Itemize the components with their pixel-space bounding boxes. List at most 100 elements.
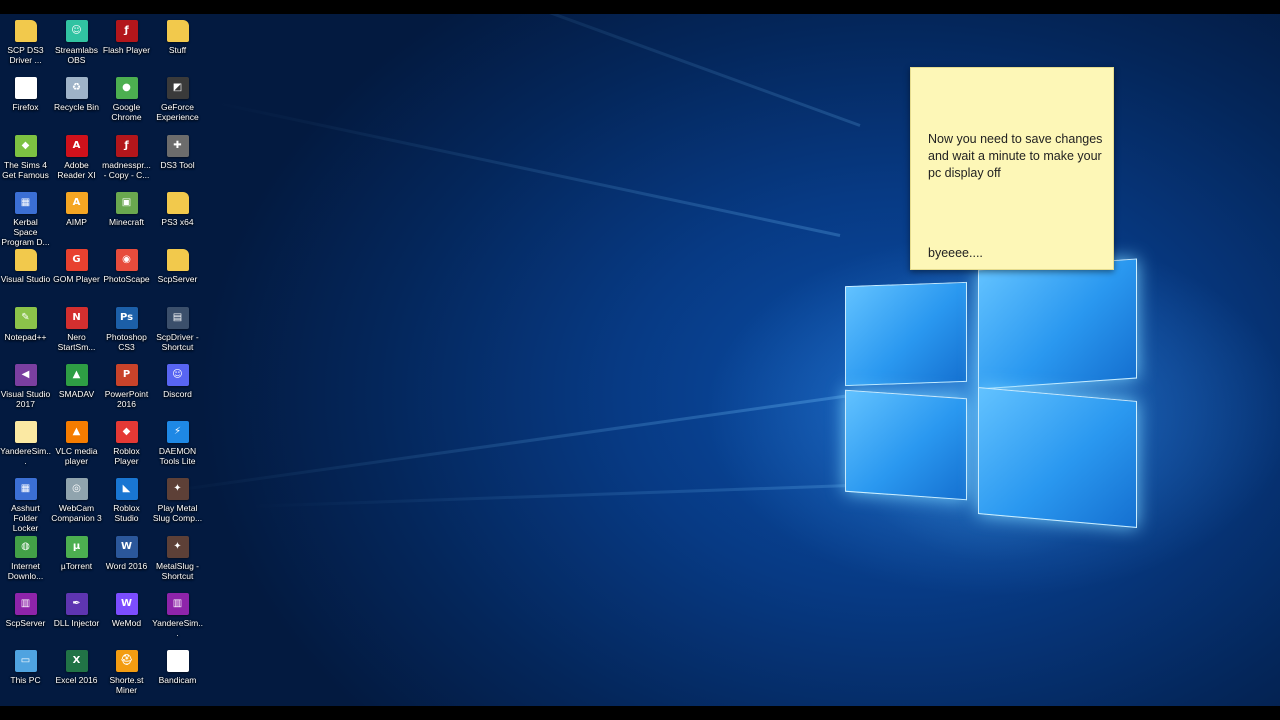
desktop-icon-sims[interactable]: ◆ The Sims 4 Get Famous bbox=[0, 129, 51, 180]
chrome-icon: ● bbox=[115, 77, 138, 100]
desktop-icon-powerpoint[interactable]: P PowerPoint 2016 bbox=[101, 358, 152, 409]
desktop-icon-label: Excel 2016 bbox=[55, 675, 98, 686]
desktop-icon-folder[interactable]: PS3 x64 bbox=[152, 186, 203, 227]
desktop-icon-winrar[interactable]: ▥ YandereSim... bbox=[152, 587, 203, 638]
desktop-icon-recycle-bin[interactable]: ♻ Recycle Bin bbox=[51, 71, 102, 112]
notepad-plus-icon: ✎ bbox=[14, 306, 37, 329]
document-icon bbox=[166, 650, 189, 673]
desktop-icon-label: Stuff bbox=[168, 45, 187, 55]
desktop-icon-geforce[interactable]: ◩ GeForce Experience bbox=[152, 71, 203, 122]
this-pc-icon: ▭ bbox=[14, 650, 37, 673]
aimp-icon: A bbox=[65, 191, 88, 214]
desktop-icon-minecraft[interactable]: ▣ Minecraft bbox=[101, 186, 152, 227]
desktop-icon-label: Minecraft bbox=[109, 216, 144, 227]
app-shortcut-icon: ▦ bbox=[14, 478, 37, 501]
folder-icon bbox=[166, 191, 189, 214]
flash-player-icon: ƒ bbox=[115, 20, 138, 42]
webcam-icon: ◎ bbox=[65, 478, 88, 501]
desktop-icon-label: SMADAV bbox=[58, 388, 95, 399]
desktop-icon-folder[interactable]: SCP DS3 Driver ... bbox=[0, 14, 51, 65]
desktop-icon-label: madnesspr... - Copy - C... bbox=[102, 159, 151, 180]
desktop-icon-vlc[interactable]: ▲ VLC media player bbox=[51, 415, 102, 466]
desktop-icon-label: Nero StartSm... bbox=[57, 331, 96, 352]
sticky-note-message[interactable]: Now you need to save changes and wait a … bbox=[928, 131, 1103, 182]
folder-icon bbox=[166, 249, 189, 272]
desktop-icon-aimp[interactable]: A AIMP bbox=[51, 186, 102, 227]
desktop-icon-gom-player[interactable]: G GOM Player bbox=[51, 243, 102, 284]
desktop-icon-label: WebCam Companion 3 bbox=[51, 503, 102, 524]
desktop-icon-adobe-reader[interactable]: A Adobe Reader XI bbox=[51, 129, 102, 180]
desktop-icon-dll-injector[interactable]: ✒ DLL Injector bbox=[51, 587, 102, 628]
desktop-icon-visual-studio[interactable]: ◀ Visual Studio 2017 bbox=[0, 358, 51, 409]
desktop-icon-document[interactable]: YandereSim... bbox=[0, 415, 51, 466]
desktop-icon-flash-player[interactable]: ƒ madnesspr... - Copy - C... bbox=[101, 129, 152, 180]
desktop-icon-label: MetalSlug - Shortcut bbox=[156, 560, 199, 581]
desktop-icon-app-shortcut[interactable]: ▦ Asshurt Folder Locker bbox=[0, 472, 51, 533]
desktop-icon-label: VLC media player bbox=[55, 446, 98, 467]
desktop-icon-folder[interactable]: Visual Studio bbox=[0, 243, 51, 284]
desktop-icon-webcam[interactable]: ◎ WebCam Companion 3 bbox=[51, 472, 102, 523]
desktop-icon-discord[interactable]: ☺ Discord bbox=[152, 358, 203, 399]
desktop-icon-app-shortcut[interactable]: ▤ ScpDriver - Shortcut bbox=[152, 301, 203, 352]
light-ray bbox=[250, 484, 851, 508]
sticky-note[interactable]: Now you need to save changes and wait a … bbox=[910, 67, 1114, 270]
windows-logo-pane-bottom-right bbox=[978, 387, 1137, 528]
desktop-icon-label: WeMod bbox=[111, 618, 142, 628]
desktop-icon-smadav[interactable]: ▲ SMADAV bbox=[51, 358, 102, 399]
desktop-icon-streamlabs[interactable]: ☺ Streamlabs OBS bbox=[51, 14, 102, 65]
desktop-icon-photoscape[interactable]: ◉ PhotoScape bbox=[101, 243, 152, 284]
desktop-icon-document[interactable]: Bandicam bbox=[152, 644, 203, 685]
desktop-icon-daemon-tools[interactable]: ⚡ DAEMON Tools Lite bbox=[152, 415, 203, 466]
visual-studio-icon: ◀ bbox=[14, 363, 37, 386]
roblox-icon: ◆ bbox=[115, 421, 138, 444]
desktop-icon-folder[interactable]: Stuff bbox=[152, 14, 203, 55]
flash-player-icon: ƒ bbox=[115, 134, 138, 157]
desktop-icon-this-pc[interactable]: ▭ This PC bbox=[0, 644, 51, 685]
folder-icon bbox=[166, 20, 189, 42]
desktop-icon-label: PhotoScape bbox=[103, 274, 150, 285]
light-ray bbox=[156, 394, 851, 495]
desktop[interactable]: SCP DS3 Driver ... ☺ Streamlabs OBS ƒ Flash … bbox=[0, 14, 1280, 706]
desktop-icon-miner[interactable]: ⛑ Shorte.st Miner bbox=[101, 644, 152, 695]
desktop-icon-label: Discord bbox=[163, 388, 192, 399]
desktop-icon-folder[interactable]: ScpServer bbox=[152, 243, 203, 284]
desktop-icon-label: SCP DS3 Driver ... bbox=[7, 45, 44, 65]
desktop-icon-photoshop[interactable]: Ps Photoshop CS3 bbox=[101, 301, 152, 352]
desktop-icon-label: The Sims 4 Get Famous bbox=[2, 159, 49, 180]
metal-slug-icon: ✦ bbox=[166, 478, 189, 501]
desktop-icon-notepad-plus[interactable]: ✎ Notepad++ bbox=[0, 301, 51, 342]
desktop-icon-app-shortcut[interactable]: ▦ Kerbal Space Program D... bbox=[0, 186, 51, 247]
adobe-reader-icon: A bbox=[65, 134, 88, 157]
desktop-icon-flash-player[interactable]: ƒ Flash Player bbox=[101, 14, 152, 55]
desktop-icon-utorrent[interactable]: µ µTorrent bbox=[51, 530, 102, 571]
desktop-icon-metal-slug[interactable]: ✦ Play Metal Slug Comp... bbox=[152, 472, 203, 523]
gamepad-icon: ✚ bbox=[166, 134, 189, 157]
desktop-icon-label: Play Metal Slug Comp... bbox=[152, 503, 203, 524]
desktop-icon-roblox-studio[interactable]: ◣ Roblox Studio bbox=[101, 472, 152, 523]
desktop-icon-roblox[interactable]: ◆ Roblox Player bbox=[101, 415, 152, 466]
desktop-icon-document[interactable]: Firefox bbox=[0, 71, 51, 112]
winrar-icon: ▥ bbox=[166, 593, 189, 615]
desktop-icon-nero[interactable]: N Nero StartSm... bbox=[51, 301, 102, 352]
desktop-icon-label: This PC bbox=[10, 675, 41, 686]
desktop-icon-word[interactable]: W Word 2016 bbox=[101, 530, 152, 571]
desktop-icon-metal-slug[interactable]: ✦ MetalSlug - Shortcut bbox=[152, 530, 203, 581]
metal-slug-icon: ✦ bbox=[166, 535, 189, 558]
photoscape-icon: ◉ bbox=[115, 249, 138, 272]
sticky-note-signature[interactable]: byeeee.... bbox=[928, 246, 983, 260]
desktop-icon-wemod[interactable]: W WeMod bbox=[101, 587, 152, 628]
utorrent-icon: µ bbox=[65, 535, 88, 558]
desktop-icon-excel[interactable]: X Excel 2016 bbox=[51, 644, 102, 685]
word-icon: W bbox=[115, 535, 138, 558]
desktop-icon-label: ScpServer bbox=[5, 618, 46, 628]
dll-injector-icon: ✒ bbox=[65, 593, 88, 615]
desktop-icon-gamepad[interactable]: ✚ DS3 Tool bbox=[152, 129, 203, 170]
app-shortcut-icon: ▤ bbox=[166, 306, 189, 329]
desktop-icon-winrar[interactable]: ▥ ScpServer bbox=[0, 587, 51, 628]
desktop-icon-internet-download[interactable]: ◍ Internet Downlo... bbox=[0, 530, 51, 581]
sims-icon: ◆ bbox=[14, 134, 37, 157]
internet-download-icon: ◍ bbox=[14, 535, 37, 558]
desktop-icon-label: Visual Studio 2017 bbox=[0, 388, 51, 409]
desktop-icon-chrome[interactable]: ● Google Chrome bbox=[101, 71, 152, 122]
desktop-icon-label: Recycle Bin bbox=[54, 102, 99, 113]
